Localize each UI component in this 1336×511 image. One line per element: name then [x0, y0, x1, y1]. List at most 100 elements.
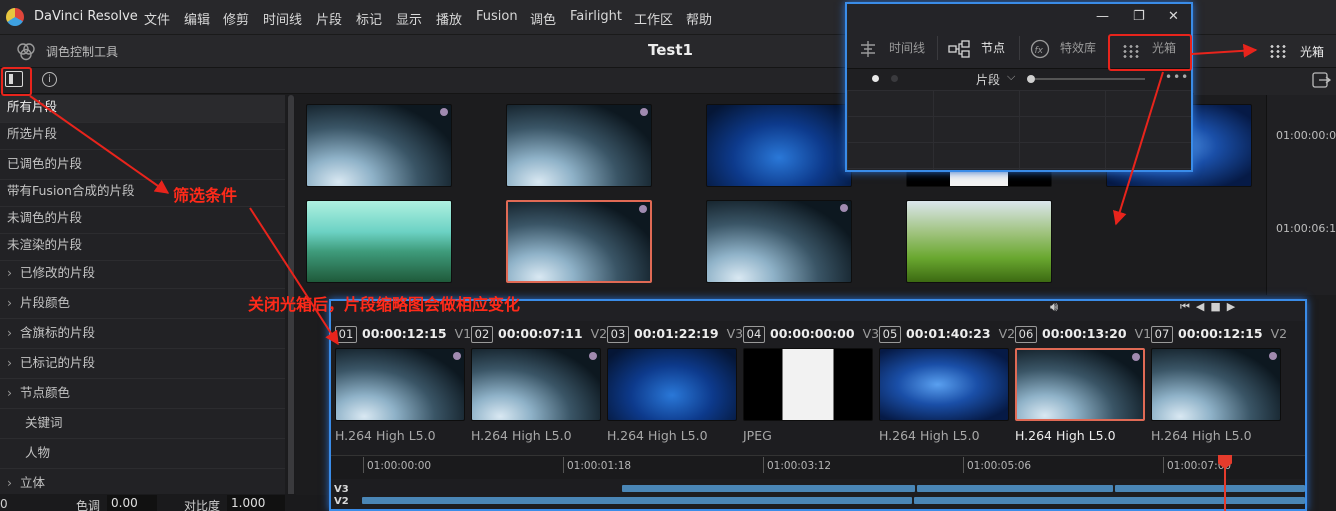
sidebar-filter-item[interactable]: 所选片段	[0, 122, 285, 150]
ruler-timecode: 01:00:01:18	[567, 460, 632, 472]
menu-trim[interactable]: 修剪	[223, 9, 249, 28]
sidebar-filter-item[interactable]: 所有片段	[0, 95, 285, 123]
menu-fusion[interactable]: Fusion	[476, 9, 518, 24]
ruler-tick	[1163, 457, 1164, 473]
clip-thumbnail-selected[interactable]	[506, 200, 652, 283]
clip-filter-dropdown[interactable]: 片段	[976, 71, 1000, 88]
page-dot-active[interactable]	[872, 75, 879, 82]
clip-flag-dot	[589, 352, 597, 360]
close-button[interactable]: ✕	[1168, 9, 1179, 24]
lightbox-button-label[interactable]: 光箱	[1300, 43, 1324, 60]
chevron-right-icon[interactable]: ›	[7, 355, 12, 370]
sidebar-filter-item[interactable]: 已调色的片段	[0, 152, 285, 180]
more-options-icon[interactable]: •••	[1165, 70, 1189, 84]
sidebar-filter-item[interactable]: › 已标记的片段	[0, 351, 285, 379]
tab-effects-library[interactable]: 特效库	[1060, 39, 1096, 56]
menu-mark[interactable]: 标记	[356, 9, 382, 28]
timecode-label: 01:00:06:12	[1276, 222, 1336, 235]
sidebar-filter-label: 关键词	[25, 415, 63, 430]
ruler-tick	[363, 457, 364, 473]
annotation-filter-conditions: 筛选条件	[173, 186, 238, 205]
clip-number: 02	[471, 326, 493, 343]
clip-thumbnail[interactable]	[906, 200, 1052, 283]
timeline-tab-icon[interactable]	[858, 40, 878, 58]
volume-icon[interactable]: 🔊︎	[1050, 300, 1058, 315]
clip-timecode: 00:00:13:20	[1042, 326, 1127, 341]
chevron-right-icon[interactable]: ›	[7, 385, 12, 400]
clip-flag-dot	[1132, 353, 1140, 361]
tab-nodes[interactable]: 节点	[981, 39, 1005, 56]
clip-header: 01 00:00:12:15 V1	[335, 326, 471, 344]
track-clip[interactable]	[914, 497, 1305, 504]
menu-edit[interactable]: 编辑	[184, 9, 210, 28]
nodes-tab-icon[interactable]	[948, 40, 970, 58]
menu-workspace[interactable]: 工作区	[634, 9, 673, 28]
timeline-clip-thumbnail[interactable]	[471, 348, 601, 421]
track-clip[interactable]	[622, 485, 915, 492]
restore-button[interactable]: ❐	[1133, 9, 1145, 24]
clip-thumbnail[interactable]	[706, 200, 852, 283]
transport-controls[interactable]: ⏮◀■▶	[1180, 300, 1241, 314]
clip-header: 02 00:00:07:11 V2	[471, 326, 607, 344]
menu-fairlight[interactable]: Fairlight	[570, 9, 622, 24]
hue-label: 色调	[76, 499, 101, 511]
timeline-clip-thumbnail-selected[interactable]	[1015, 348, 1145, 421]
track-clip[interactable]	[917, 485, 1113, 492]
zoom-slider-knob[interactable]	[1027, 75, 1035, 83]
sidebar-filter-item[interactable]: 未渲染的片段	[0, 233, 285, 261]
color-tools-label[interactable]: 调色控制工具	[46, 43, 118, 60]
menu-view[interactable]: 显示	[396, 9, 422, 28]
sidebar-filter-item[interactable]: › 片段颜色	[0, 291, 285, 319]
sidebar-filter-item[interactable]: 未调色的片段	[0, 206, 285, 234]
track-clip[interactable]	[362, 497, 912, 504]
clip-number: 01	[335, 326, 357, 343]
sidebar-filter-label: 所有片段	[7, 99, 58, 114]
track-clip[interactable]	[1115, 485, 1305, 492]
page-dot[interactable]	[891, 75, 898, 82]
clip-codec: H.264 High L5.0	[1151, 428, 1252, 443]
clip-thumbnail[interactable]	[506, 104, 652, 187]
zoom-slider-track[interactable]	[1035, 78, 1145, 80]
chevron-right-icon[interactable]: ›	[7, 295, 12, 310]
menu-color[interactable]: 调色	[530, 9, 556, 28]
menu-clip[interactable]: 片段	[316, 9, 342, 28]
chevron-right-icon[interactable]: ›	[7, 325, 12, 340]
clip-track: V2	[998, 326, 1016, 341]
info-icon[interactable]: i	[42, 72, 57, 87]
clip-track: V1	[454, 326, 472, 341]
playhead-line[interactable]	[1224, 467, 1226, 511]
menu-file[interactable]: 文件	[144, 9, 170, 28]
chevron-right-icon[interactable]: ›	[7, 475, 12, 490]
lightbox-grid-icon[interactable]	[1269, 44, 1287, 58]
sidebar-filter-item[interactable]: › 含旗标的片段	[0, 321, 285, 349]
contrast-value-field[interactable]: 1.000	[227, 495, 285, 511]
effects-tab-icon[interactable]: fx	[1030, 39, 1050, 59]
menu-playback[interactable]: 播放	[436, 9, 462, 28]
sidebar-filter-item[interactable]: 关键词	[0, 411, 285, 439]
minimize-button[interactable]: —	[1096, 9, 1109, 24]
clip-timecode: 00:01:22:19	[634, 326, 719, 341]
sidebar-filter-label: 带有Fusion合成的片段	[7, 183, 135, 198]
clip-thumbnail[interactable]	[306, 104, 452, 187]
timeline-clip-thumbnail[interactable]	[607, 348, 737, 421]
sidebar-filter-item[interactable]: 带有Fusion合成的片段	[0, 179, 285, 207]
menu-timeline[interactable]: 时间线	[263, 9, 302, 28]
timeline-clip-thumbnail[interactable]	[743, 348, 873, 421]
clip-thumbnail[interactable]	[306, 200, 452, 283]
tab-timeline[interactable]: 时间线	[889, 39, 925, 56]
sidebar-filter-item[interactable]: › 已修改的片段	[0, 261, 285, 289]
exit-icon[interactable]	[1312, 71, 1332, 89]
timeline-clip-thumbnail[interactable]	[1151, 348, 1281, 421]
sidebar-filter-item[interactable]: 人物	[0, 441, 285, 469]
menu-help[interactable]: 帮助	[686, 9, 712, 28]
timeline-clip-thumbnail[interactable]	[879, 348, 1009, 421]
chevron-down-icon[interactable]: ⌵	[1007, 70, 1015, 84]
clip-flag-dot	[1269, 352, 1277, 360]
ruler-timecode: 01:00:03:12	[767, 460, 832, 472]
hue-value-field[interactable]: 0.00	[107, 495, 157, 511]
color-tools-icon[interactable]	[16, 43, 36, 61]
sidebar-filter-item[interactable]: › 节点颜色	[0, 381, 285, 409]
timeline-clip-thumbnail[interactable]	[335, 348, 465, 421]
clip-thumbnail[interactable]	[706, 104, 852, 187]
chevron-right-icon[interactable]: ›	[7, 265, 12, 280]
